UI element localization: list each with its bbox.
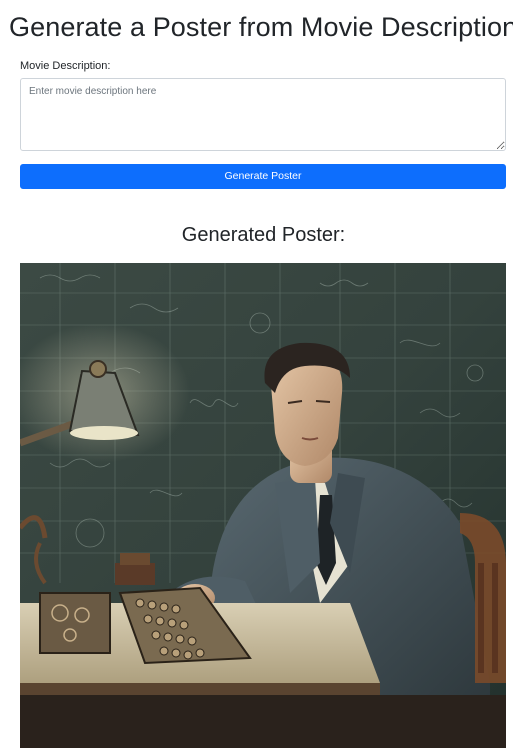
generated-poster-image [20, 263, 506, 748]
description-label: Movie Description: [20, 60, 111, 72]
page: Generate a Poster from Movie Description… [0, 0, 513, 748]
page-title: Generate a Poster from Movie Description [9, 12, 513, 42]
generate-poster-button[interactable]: Generate Poster [20, 164, 506, 189]
generated-poster-heading: Generated Poster: [181, 224, 346, 246]
description-textarea[interactable] [20, 78, 506, 151]
